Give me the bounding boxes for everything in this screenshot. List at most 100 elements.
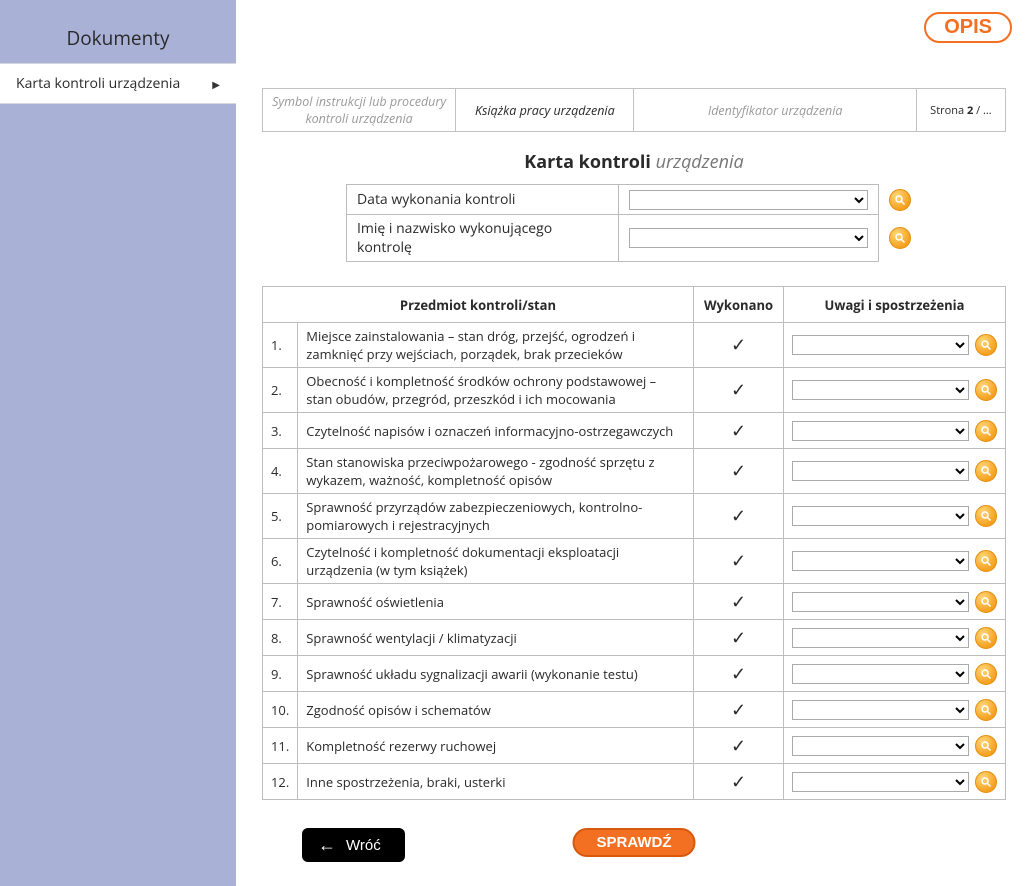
search-icon[interactable] — [975, 334, 997, 356]
row-subject: Stan stanowiska przeciwpożarowego - zgod… — [298, 449, 694, 494]
hdr-symbol: Symbol instrukcji lub procedury kontroli… — [263, 89, 456, 132]
row-done-check: ✓ — [694, 368, 784, 413]
remarks-select[interactable] — [792, 736, 969, 756]
remarks-select[interactable] — [792, 461, 969, 481]
sidebar: Dokumenty Karta kontroli urządzenia ▶ — [0, 0, 236, 886]
row-remarks — [784, 494, 1006, 539]
row-remarks — [784, 656, 1006, 692]
table-row: 1.Miejsce zainstalowania – stan dróg, pr… — [263, 323, 1006, 368]
row-done-check: ✓ — [694, 584, 784, 620]
meta-date-label: Data wykonania kontroli — [347, 185, 619, 215]
row-subject: Kompletność rezerwy ruchowej — [298, 728, 694, 764]
hdr-ksiazka: Książka pracy urządzenia — [456, 89, 634, 132]
search-icon[interactable] — [975, 591, 997, 613]
check-button[interactable]: SPRAWDŹ — [573, 828, 696, 857]
row-number: 12. — [263, 764, 298, 800]
row-subject: Sprawność wentylacji / klimatyzacji — [298, 620, 694, 656]
col-remarks-header: Uwagi i spostrzeżenia — [784, 287, 1006, 323]
row-subject: Inne spostrzeżenia, braki, usterki — [298, 764, 694, 800]
table-row: 5.Sprawność przyrządów zabezpieczeniowyc… — [263, 494, 1006, 539]
hdr-page: Strona 2 / ... — [916, 89, 1005, 132]
remarks-select[interactable] — [792, 592, 969, 612]
remarks-select[interactable] — [792, 551, 969, 571]
row-done-check: ✓ — [694, 656, 784, 692]
search-icon[interactable] — [975, 505, 997, 527]
row-subject: Obecność i kompletność środków ochrony p… — [298, 368, 694, 413]
row-remarks — [784, 728, 1006, 764]
remarks-select[interactable] — [792, 628, 969, 648]
remarks-select[interactable] — [792, 335, 969, 355]
remarks-select[interactable] — [792, 380, 969, 400]
search-icon[interactable] — [975, 735, 997, 757]
table-row: 9.Sprawność układu sygnalizacji awarii (… — [263, 656, 1006, 692]
row-subject: Czytelność i kompletność dokumentacji ek… — [298, 539, 694, 584]
row-done-check: ✓ — [694, 494, 784, 539]
table-row: 6.Czytelność i kompletność dokumentacji … — [263, 539, 1006, 584]
search-icon[interactable] — [975, 420, 997, 442]
row-subject: Sprawność układu sygnalizacji awarii (wy… — [298, 656, 694, 692]
row-remarks — [784, 764, 1006, 800]
search-icon[interactable] — [975, 663, 997, 685]
table-row: 2.Obecność i kompletność środków ochrony… — [263, 368, 1006, 413]
search-icon[interactable] — [975, 460, 997, 482]
search-icon[interactable] — [975, 771, 997, 793]
sidebar-title: Dokumenty — [0, 0, 236, 63]
row-number: 4. — [263, 449, 298, 494]
row-done-check: ✓ — [694, 413, 784, 449]
app-root: Dokumenty Karta kontroli urządzenia ▶ OP… — [0, 0, 1032, 886]
search-icon[interactable] — [975, 550, 997, 572]
back-button-label: Wróć — [346, 837, 381, 854]
search-icon[interactable] — [975, 699, 997, 721]
table-row: 3.Czytelność napisów i oznaczeń informac… — [263, 413, 1006, 449]
row-subject: Zgodność opisów i schematów — [298, 692, 694, 728]
row-done-check: ✓ — [694, 764, 784, 800]
opis-button[interactable]: OPIS — [924, 12, 1012, 43]
row-number: 5. — [263, 494, 298, 539]
footer-buttons: ← Wróć SPRAWDŹ — [262, 828, 1006, 862]
table-row: 7.Sprawność oświetlenia✓ — [263, 584, 1006, 620]
row-remarks — [784, 413, 1006, 449]
arrow-left-icon: ← — [318, 836, 336, 854]
back-button[interactable]: ← Wróć — [302, 828, 405, 862]
row-remarks — [784, 584, 1006, 620]
row-done-check: ✓ — [694, 539, 784, 584]
row-number: 8. — [263, 620, 298, 656]
row-done-check: ✓ — [694, 323, 784, 368]
row-number: 1. — [263, 323, 298, 368]
meta-table: Data wykonania kontroli Imię i nazwisko … — [346, 184, 922, 262]
table-row: 11.Kompletność rezerwy ruchowej✓ — [263, 728, 1006, 764]
row-done-check: ✓ — [694, 620, 784, 656]
search-icon[interactable] — [975, 627, 997, 649]
remarks-select[interactable] — [792, 772, 969, 792]
row-done-check: ✓ — [694, 449, 784, 494]
row-number: 11. — [263, 728, 298, 764]
remarks-select[interactable] — [792, 664, 969, 684]
row-remarks — [784, 449, 1006, 494]
row-remarks — [784, 323, 1006, 368]
search-icon[interactable] — [889, 227, 911, 249]
sidebar-item-karta-kontroli[interactable]: Karta kontroli urządzenia ▶ — [0, 63, 236, 104]
row-remarks — [784, 539, 1006, 584]
remarks-select[interactable] — [792, 700, 969, 720]
col-subject-header: Przedmiot kontroli/stan — [263, 287, 694, 323]
row-number: 10. — [263, 692, 298, 728]
search-icon[interactable] — [889, 189, 911, 211]
control-table: Przedmiot kontroli/stan Wykonano Uwagi i… — [262, 286, 1006, 800]
hdr-identyfikator: Identyfikator urządzenia — [634, 89, 916, 132]
main-area: OPIS Symbol instrukcji lub procedury kon… — [236, 0, 1032, 886]
row-remarks — [784, 620, 1006, 656]
table-row: 10.Zgodność opisów i schematów✓ — [263, 692, 1006, 728]
caret-right-icon: ▶ — [212, 77, 220, 91]
row-number: 6. — [263, 539, 298, 584]
row-remarks — [784, 368, 1006, 413]
col-done-header: Wykonano — [694, 287, 784, 323]
meta-date-select[interactable] — [629, 190, 868, 210]
row-subject: Sprawność przyrządów zabezpieczeniowych,… — [298, 494, 694, 539]
remarks-select[interactable] — [792, 506, 969, 526]
search-icon[interactable] — [975, 379, 997, 401]
meta-name-select[interactable] — [629, 228, 868, 248]
row-remarks — [784, 692, 1006, 728]
remarks-select[interactable] — [792, 421, 969, 441]
meta-name-label: Imię i nazwisko wykonującego kontrolę — [347, 215, 619, 262]
sidebar-item-label: Karta kontroli urządzenia — [16, 74, 180, 93]
